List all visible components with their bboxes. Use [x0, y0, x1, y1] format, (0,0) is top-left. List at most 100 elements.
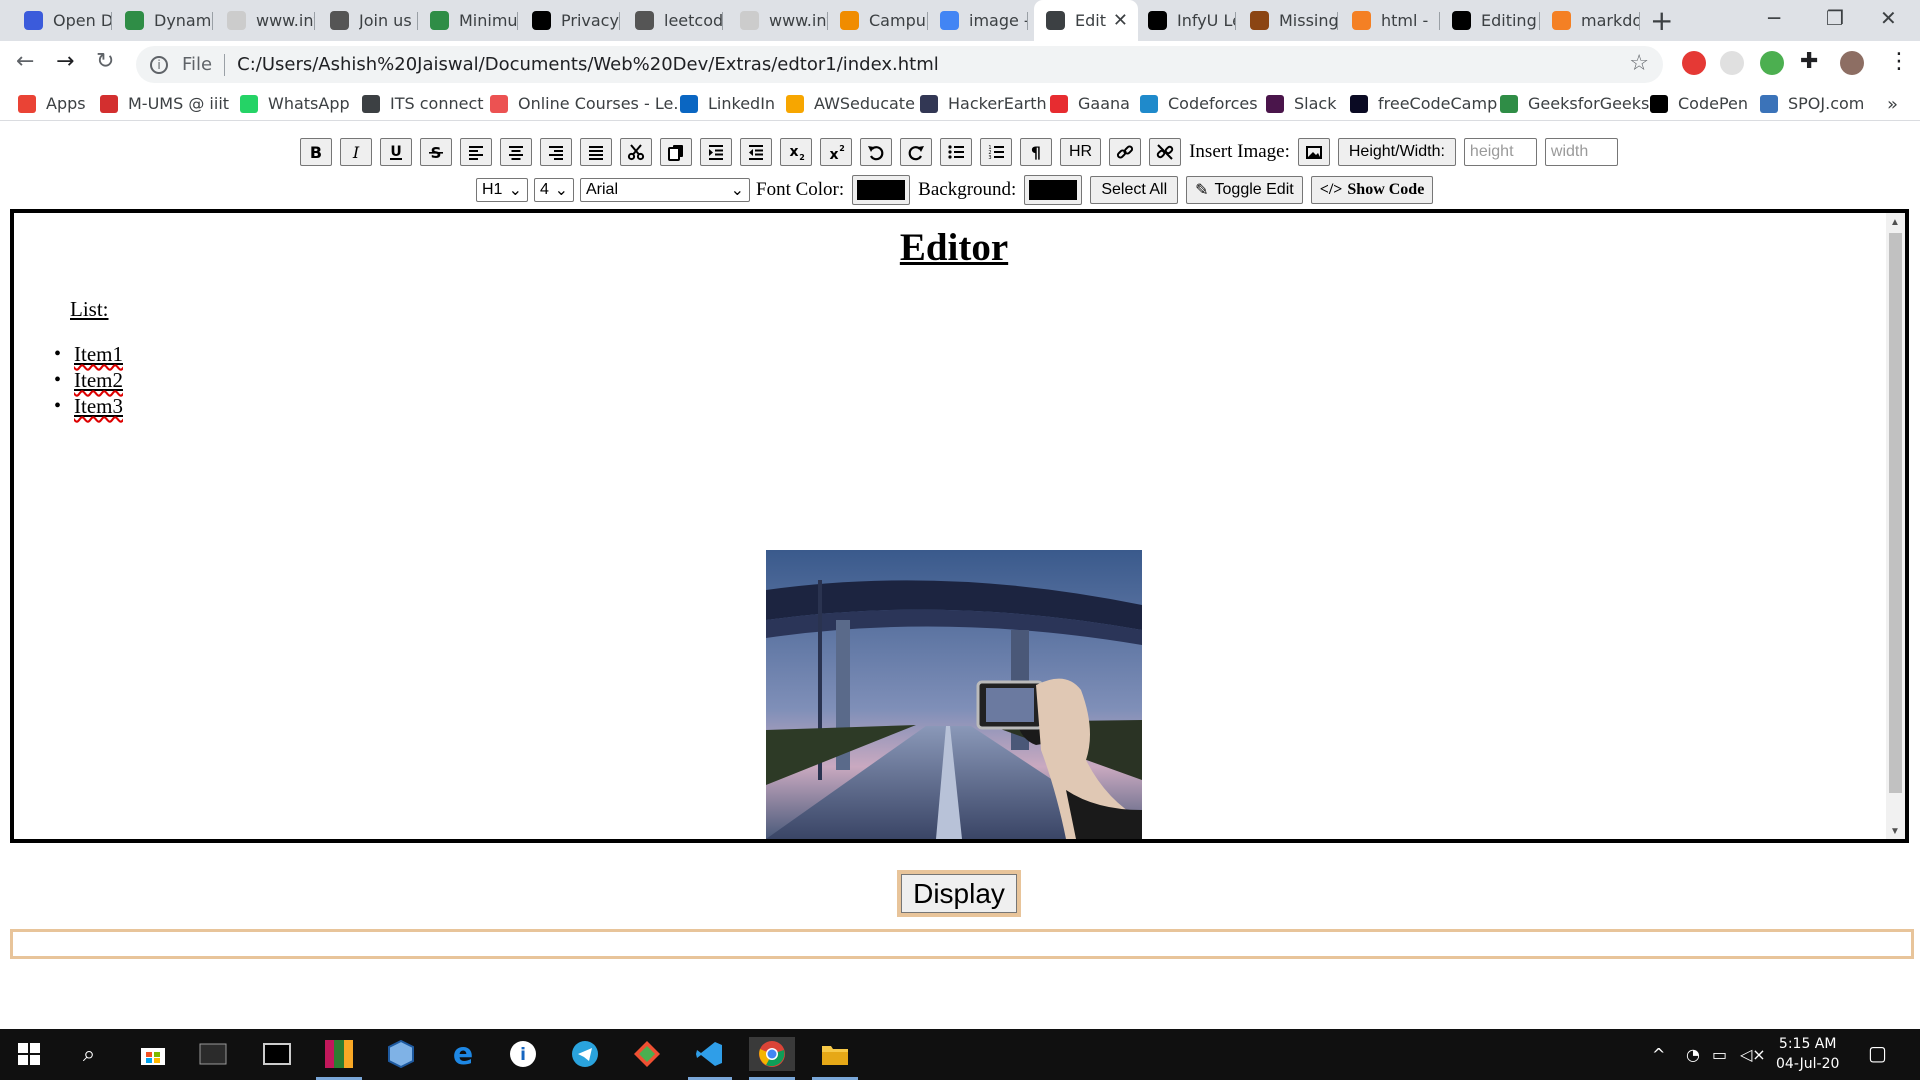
tab-shield[interactable]: Open D — [12, 0, 112, 41]
info-icon[interactable]: i — [506, 1037, 540, 1071]
bookmark-linkedin[interactable]: LinkedIn — [680, 94, 775, 113]
editor-area[interactable]: Editor List: Item1 Item2 Item3 — [10, 209, 1909, 843]
menu-kebab-icon[interactable]: ⋮ — [1888, 49, 1910, 74]
close-tab-icon[interactable]: ✕ — [1113, 10, 1128, 31]
list-label[interactable]: List: — [70, 297, 109, 322]
bookmark-slack[interactable]: Slack — [1266, 94, 1336, 113]
edge-icon[interactable]: e — [446, 1037, 480, 1072]
inserted-image[interactable] — [766, 550, 1142, 839]
scroll-down-icon[interactable]: ▼ — [1890, 826, 1900, 837]
close-window-icon[interactable]: ✕ — [1880, 6, 1897, 30]
restore-icon[interactable]: ❐ — [1826, 6, 1844, 30]
tab-stack[interactable]: markdo — [1540, 0, 1640, 41]
wifi-icon[interactable]: ◔ — [1686, 1045, 1700, 1064]
bookmark-udemy[interactable]: Online Courses - Le... — [490, 94, 689, 113]
list-item[interactable]: Item3 — [52, 393, 123, 419]
font-size-select[interactable]: 4 ⌄ — [534, 178, 574, 202]
heading-select[interactable]: H1 ⌄ — [476, 178, 528, 202]
opera-extension-icon[interactable] — [1682, 51, 1706, 75]
terminal-icon[interactable] — [260, 1037, 294, 1071]
align-left-button[interactable] — [460, 138, 492, 166]
align-center-button[interactable] — [500, 138, 532, 166]
list-item[interactable]: Item2 — [52, 367, 123, 393]
bookmark-codeforces[interactable]: Codeforces — [1140, 94, 1258, 113]
bookmark-globe[interactable]: ITS connect — [362, 94, 484, 113]
width-input[interactable] — [1544, 138, 1618, 166]
align-right-button[interactable] — [540, 138, 572, 166]
unlink-button[interactable] — [1149, 138, 1182, 166]
superscript-button[interactable]: x2 — [820, 138, 852, 166]
tab-page[interactable]: www.int — [728, 0, 828, 41]
telegram-icon[interactable] — [568, 1037, 602, 1071]
paragraph-button[interactable]: ¶ — [1020, 138, 1052, 166]
bold-button[interactable]: B — [300, 138, 332, 166]
link-button[interactable] — [1109, 138, 1142, 166]
file-explorer-icon[interactable] — [818, 1037, 852, 1071]
tab-campus[interactable]: Campu — [828, 0, 928, 41]
bookmark-codepen[interactable]: CodePen — [1650, 94, 1748, 113]
tab-power[interactable]: Join us — [318, 0, 418, 41]
bookmark-whatsapp[interactable]: WhatsApp — [240, 94, 350, 113]
bookmark-aws[interactable]: AWSeducate — [786, 94, 915, 113]
underline-button[interactable]: U — [380, 138, 412, 166]
reload-icon[interactable]: ↻ — [96, 49, 114, 74]
height-width-button[interactable]: Height/Width: — [1337, 138, 1456, 166]
unordered-list-button[interactable] — [940, 138, 972, 166]
minimize-icon[interactable]: ─ — [1768, 6, 1780, 30]
extension-icon[interactable] — [1720, 51, 1744, 75]
show-hidden-icons-icon[interactable]: ^ — [1652, 1045, 1665, 1064]
editor-heading[interactable]: Editor — [14, 225, 1894, 270]
winrar-icon[interactable] — [322, 1037, 356, 1071]
puzzle-extensions-icon[interactable]: ✚ — [1800, 49, 1818, 74]
select-all-button[interactable]: Select All — [1090, 176, 1179, 204]
editor-scrollbar[interactable]: ▲ ▼ — [1886, 213, 1905, 839]
bookmark-star-icon[interactable]: ☆ — [1629, 51, 1649, 76]
bookmark-gaana[interactable]: Gaana — [1050, 94, 1130, 113]
tab-infy[interactable]: InfyU Le — [1136, 0, 1236, 41]
vscode-icon[interactable] — [692, 1037, 726, 1071]
display-button[interactable]: Display — [897, 870, 1021, 917]
url-text[interactable]: C:/Users/Ashish%20Jaiswal/Documents/Web%… — [237, 54, 939, 75]
redo-button[interactable] — [900, 138, 932, 166]
bookmark-geeks[interactable]: GeeksforGeeks — [1500, 94, 1649, 113]
toggle-edit-button[interactable]: ✎ Toggle Edit — [1186, 176, 1303, 204]
copy-button[interactable] — [660, 138, 692, 166]
list-item[interactable]: Item1 — [52, 341, 123, 367]
tab-github[interactable]: Editing — [1440, 0, 1540, 41]
mysql-icon[interactable] — [196, 1037, 230, 1071]
ordered-list-button[interactable]: 123 — [980, 138, 1012, 166]
profile-avatar[interactable] — [1840, 51, 1864, 75]
git-icon[interactable] — [630, 1037, 664, 1071]
strikethrough-button[interactable]: S — [420, 138, 452, 166]
font-color-picker[interactable] — [852, 175, 911, 205]
chrome-icon[interactable] — [749, 1037, 795, 1071]
virtualbox-icon[interactable] — [384, 1037, 418, 1071]
justify-button[interactable] — [580, 138, 612, 166]
tab-a[interactable]: Privacy — [520, 0, 620, 41]
tab-google[interactable]: image - — [928, 0, 1028, 41]
tab-page[interactable]: www.int — [215, 0, 315, 41]
height-input[interactable] — [1463, 138, 1537, 166]
bookmark-mums[interactable]: M-UMS @ iiit — [100, 94, 229, 113]
taskbar-clock[interactable]: 5:15 AM 04-Jul-20 — [1776, 1034, 1839, 1074]
scrollbar-thumb[interactable] — [1889, 233, 1902, 793]
background-color-picker[interactable] — [1024, 175, 1083, 205]
back-icon[interactable]: ← — [16, 49, 34, 74]
extension-icon[interactable] — [1760, 51, 1784, 75]
outdent-button[interactable] — [740, 138, 772, 166]
store-icon[interactable] — [136, 1037, 170, 1071]
bookmark-apps-grid[interactable]: Apps — [18, 94, 86, 113]
battery-icon[interactable]: ▭ — [1712, 1045, 1727, 1064]
volume-icon[interactable]: ◁× — [1740, 1045, 1766, 1064]
more-bookmarks-icon[interactable]: » — [1887, 94, 1898, 115]
info-icon[interactable]: i — [150, 55, 168, 74]
search-icon[interactable]: ⌕ — [72, 1037, 106, 1071]
bookmark-hackerearth[interactable]: HackerEarth — [920, 94, 1047, 113]
subscript-button[interactable]: x2 — [780, 138, 812, 166]
scroll-up-icon[interactable]: ▲ — [1890, 217, 1900, 228]
insert-image-button[interactable] — [1297, 138, 1330, 166]
forward-icon[interactable]: → — [56, 49, 74, 74]
bookmark-spoj[interactable]: SPOJ.com — [1760, 94, 1864, 113]
tab-stack[interactable]: html - — [1340, 0, 1440, 41]
tab-globe[interactable]: Edit ✕ — [1034, 0, 1138, 41]
